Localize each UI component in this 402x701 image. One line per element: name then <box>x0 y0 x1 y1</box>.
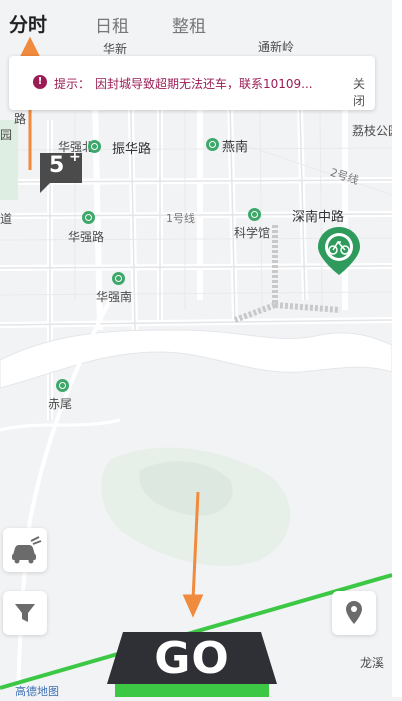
locate-button[interactable] <box>332 591 376 635</box>
metro-icon <box>88 140 101 153</box>
right-edge <box>392 0 402 697</box>
car-count-plus: + <box>69 149 81 165</box>
metro-icon <box>248 208 261 221</box>
map-label-line1: 1号线 <box>166 212 195 225</box>
map-label-shennanzhonglu: 深南中路 <box>292 210 345 225</box>
map-label-zhenhualu: 振华路 <box>112 142 152 157</box>
metro-icon <box>206 138 219 151</box>
map-provider-text: 高德地图 <box>15 685 59 698</box>
filter-button[interactable] <box>3 591 47 635</box>
notice-tag: 提示： <box>54 77 91 91</box>
car-speed-button[interactable] <box>3 528 47 572</box>
alert-icon: ! <box>33 75 47 89</box>
bike-marker-icon[interactable] <box>316 225 362 277</box>
notice-text: 因封城导致超期无法还车，联系10109... <box>95 77 313 91</box>
filter-icon <box>15 604 35 622</box>
map-label-lizhiyuan: 荔枝公园 <box>352 124 392 138</box>
rental-mode-tabs: 分时 日租 整租 <box>0 0 392 44</box>
metro-icon <box>56 379 69 392</box>
map-label-huaqiangnan: 华强南 <box>96 290 133 304</box>
map-label-kexueguan: 科学馆 <box>234 226 271 240</box>
map-label-yannan: 燕南 <box>222 140 249 155</box>
map-label-yuan: 园 <box>0 128 13 142</box>
car-count-number: 5 <box>49 153 65 178</box>
location-pin-icon <box>346 601 362 624</box>
car-speed-icon <box>12 536 42 564</box>
car-cluster-marker[interactable]: 5 + <box>36 149 86 195</box>
map-label-chiwei: 赤尾 <box>48 397 73 411</box>
go-button[interactable]: GO <box>107 632 277 697</box>
tab-hourly[interactable]: 分时 <box>9 10 47 37</box>
tab-whole[interactable]: 整租 <box>172 12 206 37</box>
notice-banner[interactable]: ! 提示： 因封城导致超期无法还车，联系10109... 关闭 <box>9 56 375 110</box>
map-label-dao: 道 <box>0 212 13 226</box>
metro-icon <box>82 211 95 224</box>
notice-close-button[interactable]: 关闭 <box>353 75 375 109</box>
map-label-huaqianglu: 华强路 <box>68 230 105 244</box>
tab-daily[interactable]: 日租 <box>95 12 129 37</box>
map-label-lu: 路 <box>14 112 27 126</box>
go-label: GO <box>154 633 230 684</box>
metro-icon <box>112 272 125 285</box>
map-label-longxi: 龙溪 <box>360 656 385 670</box>
